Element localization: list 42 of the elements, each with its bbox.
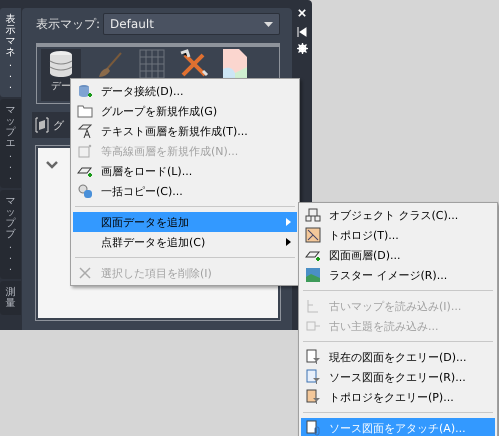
attach-icon: [305, 420, 321, 436]
menu-item[interactable]: 図面データを追加: [73, 212, 297, 232]
topology-icon: [305, 227, 321, 243]
map-dropdown[interactable]: Default: [103, 13, 280, 35]
old-map-icon: [305, 298, 321, 314]
side-tab[interactable]: 表示マネ...: [0, 8, 21, 97]
contour-layer-icon: [77, 143, 93, 159]
menu-item[interactable]: グループを新規作成(G): [73, 101, 297, 121]
chevron-down-icon[interactable]: [46, 161, 58, 169]
copy-icon: [77, 183, 93, 199]
layers-icon: [34, 117, 50, 133]
menu-item[interactable]: トポロジ(T)...: [301, 225, 495, 245]
raster-image-icon: [305, 267, 321, 283]
query-topology-icon: [305, 389, 321, 405]
query-source-icon: [305, 369, 321, 385]
menu-item[interactable]: トポロジをクエリー(P)...: [301, 387, 495, 407]
close-button[interactable]: ×: [298, 6, 306, 21]
menu-item[interactable]: 画層をロード(L)...: [73, 161, 297, 181]
side-tab[interactable]: マップブ...: [0, 190, 21, 279]
text-layer-icon: [77, 123, 93, 139]
menu-item[interactable]: 現在の図面をクエリー(D)...: [301, 347, 495, 367]
group-label: グ: [53, 118, 64, 132]
side-tab[interactable]: マップエ...: [0, 99, 21, 188]
menu-item[interactable]: 点群データを追加(C): [73, 232, 297, 252]
dropdown-caret-icon: [264, 22, 273, 26]
side-tab[interactable]: 測量: [0, 281, 21, 315]
query-current-icon: [305, 349, 321, 365]
delete-icon: [77, 265, 93, 281]
database-icon: [48, 49, 74, 79]
menu-item[interactable]: ソース図面をクエリー(R)...: [301, 367, 495, 387]
object-class-icon: [305, 207, 321, 223]
menu-item[interactable]: テキスト画層を新規作成(T)...: [73, 121, 297, 141]
menu-item[interactable]: ラスター イメージ(R)...: [301, 265, 495, 285]
settings-icon[interactable]: [296, 43, 308, 54]
map-label: 表示マップ:: [36, 16, 100, 32]
database-icon: [77, 83, 93, 99]
menu-item[interactable]: 一括コピー(C)...: [73, 181, 297, 201]
submenu-arrow-icon: [286, 238, 291, 246]
menu-item[interactable]: 図面画層(D)...: [301, 245, 495, 265]
menu-item[interactable]: オブジェクト クラス(C)...: [301, 205, 495, 225]
grid-icon[interactable]: [139, 49, 165, 79]
submenu-arrow-icon: [286, 218, 291, 226]
